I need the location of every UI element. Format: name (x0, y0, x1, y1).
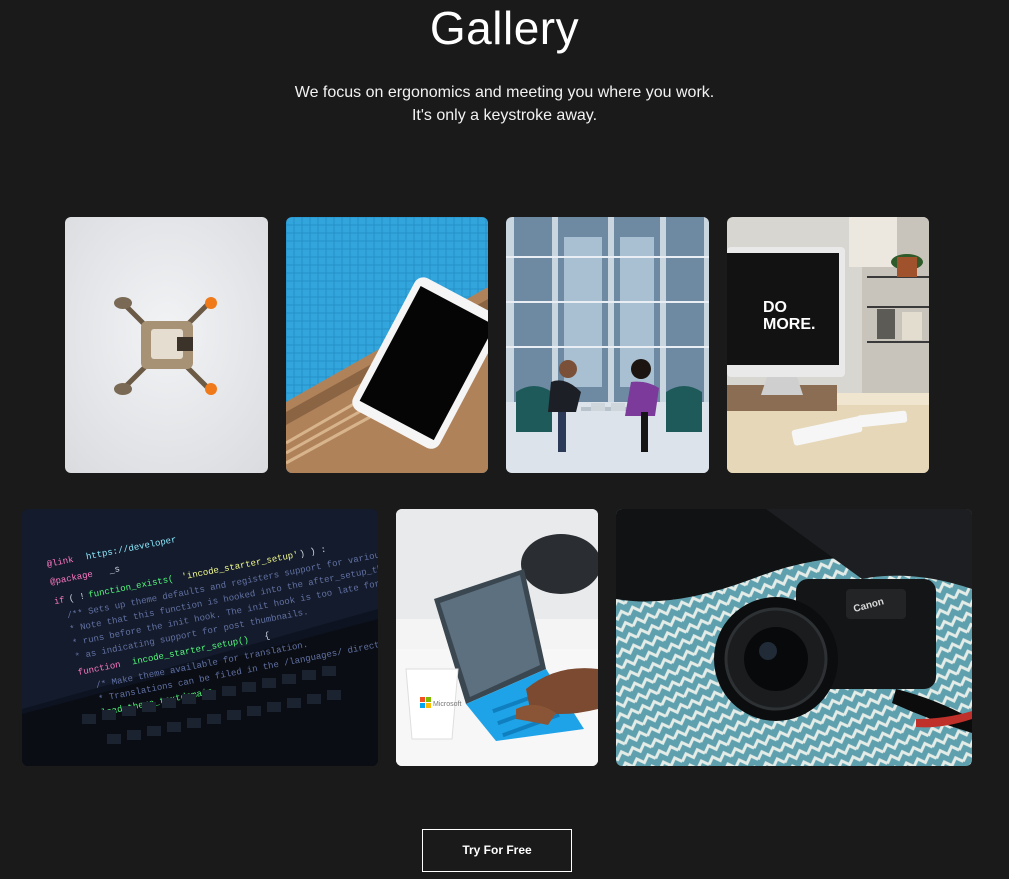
page-subtitle: We focus on ergonomics and meeting you w… (0, 81, 1009, 127)
gallery-image-tablet-pool[interactable] (286, 217, 488, 473)
gallery-image-drone[interactable] (65, 217, 268, 473)
tablet-pool-photo (286, 217, 488, 473)
subtitle-line-2: It's only a keystroke away. (411, 107, 598, 124)
gallery-image-surface-tablet[interactable]: Microsoft (396, 509, 598, 766)
imac-screen-text-line-1: DO (763, 299, 787, 316)
drone-photo (65, 217, 268, 473)
imac-desk-photo: DO MORE. (727, 217, 929, 473)
gallery-image-office-meeting[interactable] (506, 217, 709, 473)
svg-text:if: if (53, 595, 66, 607)
subtitle-line-1: We focus on ergonomics and meeting you w… (294, 84, 715, 101)
canon-camera-photo: Canon (616, 509, 972, 766)
gallery-page: Gallery We focus on ergonomics and meeti… (0, 0, 1009, 879)
cup-logo-text: Microsoft (433, 701, 461, 708)
gallery-image-laptop-code[interactable]: @link https://developer @package _s if (… (22, 509, 378, 766)
imac-screen-text-line-2: MORE. (763, 316, 815, 333)
office-meeting-photo (506, 217, 709, 473)
surface-tablet-photo: Microsoft (396, 509, 598, 766)
laptop-code-photo: @link https://developer @package _s if (… (22, 509, 378, 766)
try-for-free-button[interactable]: Try For Free (422, 829, 572, 872)
page-title: Gallery (429, 2, 580, 54)
gallery-image-canon-camera[interactable]: Canon (616, 509, 972, 766)
gallery-image-imac-desk[interactable]: DO MORE. (727, 217, 929, 473)
